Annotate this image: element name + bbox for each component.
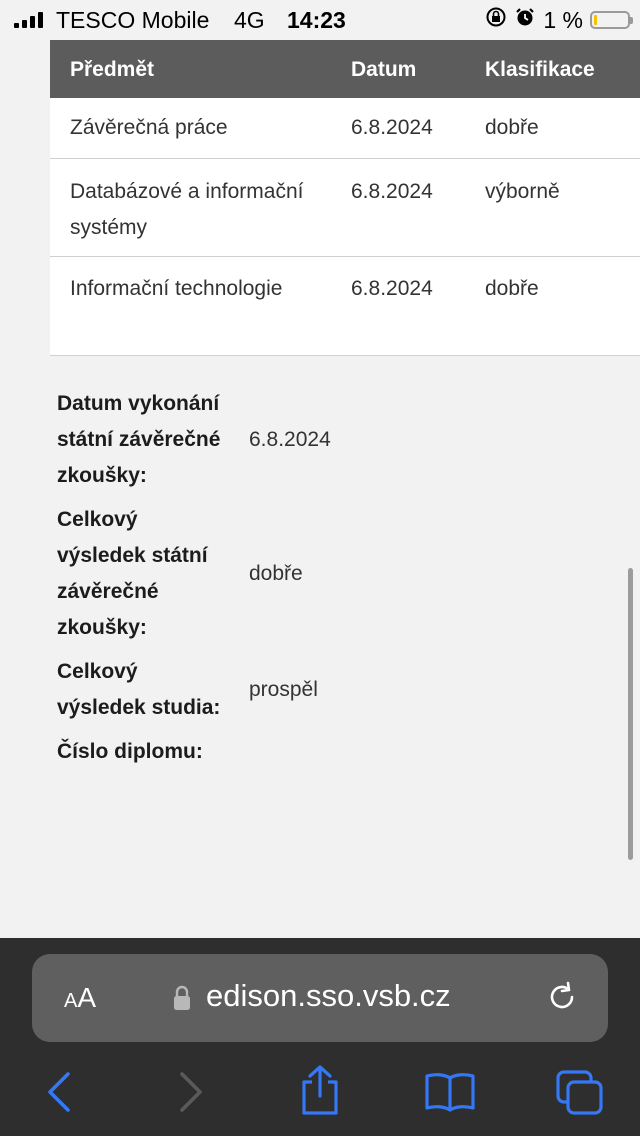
table-row: Závěrečná práce 6.8.2024 dobře: [50, 98, 640, 159]
bookmarks-icon[interactable]: [424, 1072, 476, 1117]
table-header: Předmět Datum Klasifikace: [50, 40, 640, 98]
share-icon[interactable]: [298, 1064, 342, 1121]
grade-cell: dobře: [485, 277, 539, 300]
column-header-subject: Předmět: [70, 58, 155, 81]
table-row: Databázové a informační systémy 6.8.2024…: [50, 159, 640, 257]
summary-label: Datum vykonání státní závěrečné zkoušky:: [57, 392, 221, 487]
summary-value: dobře: [249, 562, 303, 585]
summary-label: Číslo diplomu:: [57, 740, 203, 763]
grade-cell: výborně: [485, 180, 560, 203]
column-header-date: Datum: [351, 58, 417, 81]
date-cell: 6.8.2024: [351, 116, 433, 139]
lock-icon: [173, 985, 191, 1016]
battery-percent: 1 %: [543, 6, 583, 33]
address-bar[interactable]: AA edison.sso.vsb.cz: [32, 954, 608, 1042]
summary-value: 6.8.2024: [249, 428, 331, 451]
browser-bottom-bar: AA edison.sso.vsb.cz: [0, 938, 640, 1136]
summary-label: Celkový výsledek státní závěrečné zkoušk…: [57, 508, 208, 639]
carrier-name: TESCO Mobile: [56, 7, 210, 33]
status-bar: TESCO Mobile 4G 14:23 1 %: [0, 0, 640, 40]
signal-strength-icon: [14, 12, 43, 28]
summary-row-exam-result: Celkový výsledek státní závěrečné zkoušk…: [57, 502, 617, 646]
study-summary: Datum vykonání státní závěrečné zkoušky:…: [57, 386, 617, 770]
table-row: Informační technologie 6.8.2024 dobře: [50, 257, 640, 356]
grades-table: Předmět Datum Klasifikace Závěrečná prác…: [50, 40, 640, 356]
tabs-icon[interactable]: [556, 1070, 604, 1121]
clock: 14:23: [287, 7, 346, 33]
network-type: 4G: [234, 7, 265, 33]
summary-row-diploma-number: Číslo diplomu:: [57, 734, 617, 770]
summary-row-exam-date: Datum vykonání státní závěrečné zkoušky:…: [57, 386, 617, 494]
summary-row-study-result: Celkový výsledek studia: prospěl: [57, 654, 617, 726]
reload-icon[interactable]: [546, 980, 580, 1019]
column-header-grade: Klasifikace: [485, 58, 595, 81]
url-text[interactable]: edison.sso.vsb.cz: [206, 978, 451, 1014]
subject-cell: Databázové a informační systémy: [70, 180, 304, 239]
date-cell: 6.8.2024: [351, 277, 433, 300]
orientation-lock-icon: [485, 6, 507, 34]
text-size-button[interactable]: AA: [64, 982, 96, 1014]
battery-icon: [590, 11, 633, 29]
alarm-icon: [514, 6, 536, 34]
scrollbar[interactable]: [628, 568, 633, 860]
subject-cell: Informační technologie: [70, 277, 283, 300]
browser-toolbar: [0, 1060, 640, 1130]
summary-value: prospěl: [249, 678, 318, 701]
summary-label: Celkový výsledek studia:: [57, 660, 221, 719]
back-icon[interactable]: [44, 1070, 74, 1119]
forward-icon[interactable]: [176, 1070, 206, 1119]
date-cell: 6.8.2024: [351, 180, 433, 203]
subject-cell: Závěrečná práce: [70, 116, 228, 139]
grade-cell: dobře: [485, 116, 539, 139]
